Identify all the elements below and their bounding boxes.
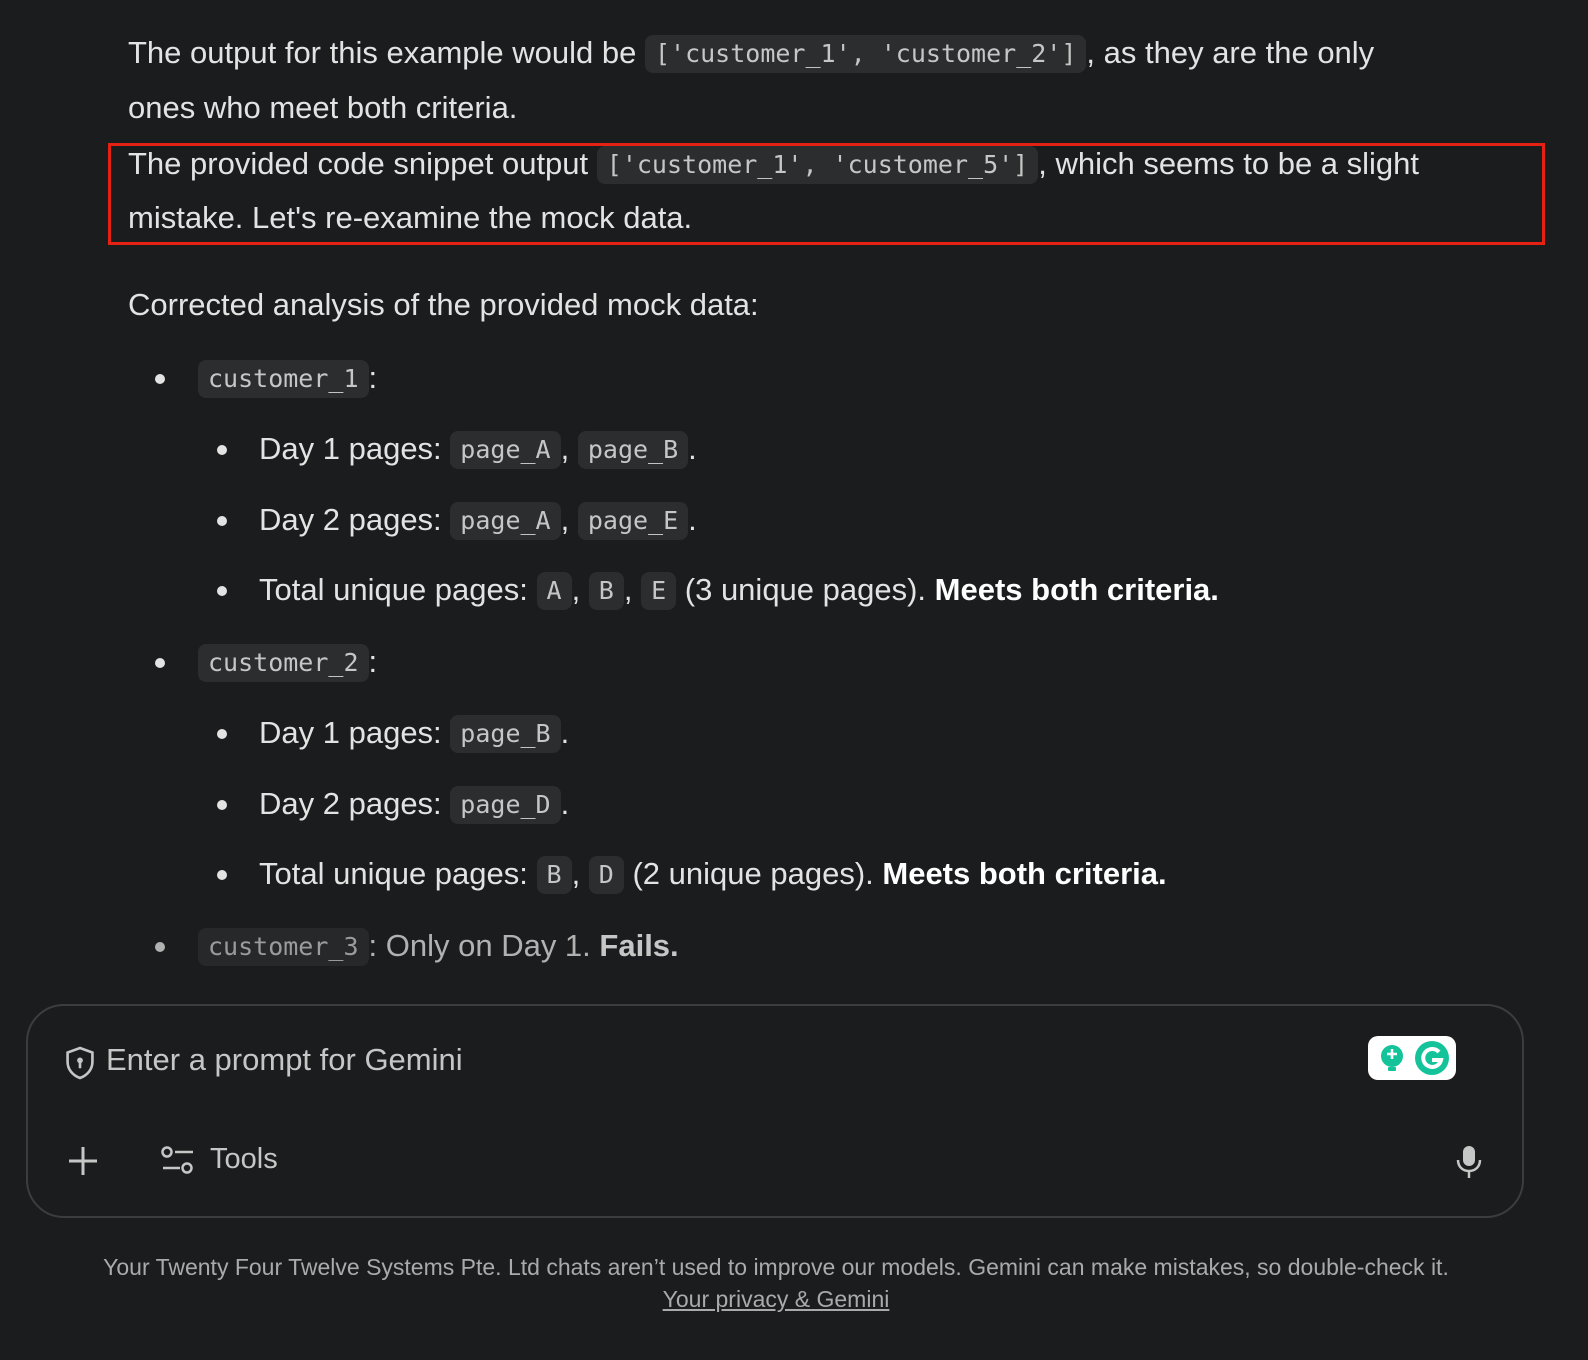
text: Day 1 pages: (259, 431, 451, 466)
list-bullet (217, 870, 227, 880)
list-bullet (155, 658, 165, 668)
text: Day 2 pages: (259, 786, 451, 821)
inline-code: A (536, 572, 572, 610)
response-paragraph-2: The provided code snippet output ['custo… (128, 144, 1419, 184)
inline-code: ['customer_1', 'customer_5'] (596, 146, 1039, 184)
text: : Only on Day 1. (368, 928, 600, 963)
list-item-day2: Day 2 pages: page_D. (259, 784, 569, 824)
inline-code: page_D (450, 786, 561, 824)
list-item-day1: Day 1 pages: page_A, page_B. (259, 429, 697, 469)
list-item-total: Total unique pages: A, B, E (3 unique pa… (259, 570, 1219, 610)
text: (2 unique pages). (623, 856, 883, 891)
list-item-day1: Day 1 pages: page_B. (259, 713, 569, 753)
response-paragraph-1-line2: ones who meet both criteria. (128, 90, 518, 125)
verdict: Fails. (599, 928, 679, 963)
inline-code: customer_1 (198, 360, 369, 398)
text: , which seems to be a slight (1038, 146, 1420, 181)
inline-code: D (588, 856, 624, 894)
verdict: Meets both criteria. (882, 856, 1167, 891)
inline-code: E (641, 572, 677, 610)
tools-icon[interactable] (160, 1144, 196, 1176)
list-bullet (155, 374, 165, 384)
inline-code: B (588, 572, 624, 610)
list-bullet (217, 445, 227, 455)
list-item-customer-1: customer_1: (198, 358, 377, 398)
lightbulb-icon (1381, 1041, 1449, 1075)
inline-code: B (536, 856, 572, 894)
list-bullet (217, 516, 227, 526)
inline-code: customer_2 (198, 644, 369, 682)
inline-code: page_B (450, 715, 561, 753)
list-bullet (217, 729, 227, 739)
inline-code: ['customer_1', 'customer_2'] (644, 35, 1087, 73)
response-paragraph-1: The output for this example would be ['c… (128, 33, 1374, 73)
list-item-customer-3: customer_3: Only on Day 1. Fails. (198, 926, 679, 966)
prompt-input[interactable]: Enter a prompt for Gemini (106, 1042, 463, 1078)
prompt-input-box[interactable] (26, 1004, 1524, 1218)
text: The output for this example would be (128, 35, 645, 70)
list-item-customer-2: customer_2: (198, 642, 377, 682)
privacy-link[interactable]: Your privacy & Gemini (663, 1286, 890, 1312)
grammarly-extension-button[interactable] (1368, 1036, 1456, 1080)
inline-code: page_A (450, 502, 561, 540)
tools-button[interactable]: Tools (210, 1143, 278, 1176)
text: Day 2 pages: (259, 502, 451, 537)
text: Total unique pages: (259, 572, 537, 607)
list-bullet (217, 586, 227, 596)
text: Day 1 pages: (259, 715, 451, 750)
inline-code: customer_3 (198, 928, 369, 966)
list-item-day2: Day 2 pages: page_A, page_E. (259, 500, 697, 540)
inline-code: page_E (577, 502, 689, 540)
text: , as they are the only (1086, 35, 1375, 70)
add-attachment-icon[interactable] (66, 1144, 100, 1178)
list-bullet (155, 942, 165, 952)
response-paragraph-2-line2: mistake. Let's re-examine the mock data. (128, 200, 693, 235)
list-item-total: Total unique pages: B, D (2 unique pages… (259, 854, 1167, 894)
text: The provided code snippet output (128, 146, 597, 181)
footer-notice: Your Twenty Four Twelve Systems Pte. Ltd… (103, 1254, 1449, 1280)
footer-disclaimer: Your Twenty Four Twelve Systems Pte. Ltd… (0, 1251, 1552, 1315)
microphone-icon[interactable] (1454, 1144, 1484, 1180)
text: (3 unique pages). (676, 572, 935, 607)
inline-code: page_A (450, 431, 561, 469)
response-paragraph-3: Corrected analysis of the provided mock … (128, 287, 759, 322)
text: Total unique pages: (259, 856, 537, 891)
inline-code: page_B (577, 431, 689, 469)
list-bullet (217, 800, 227, 810)
verdict: Meets both criteria. (934, 572, 1219, 607)
shield-icon (66, 1046, 94, 1080)
